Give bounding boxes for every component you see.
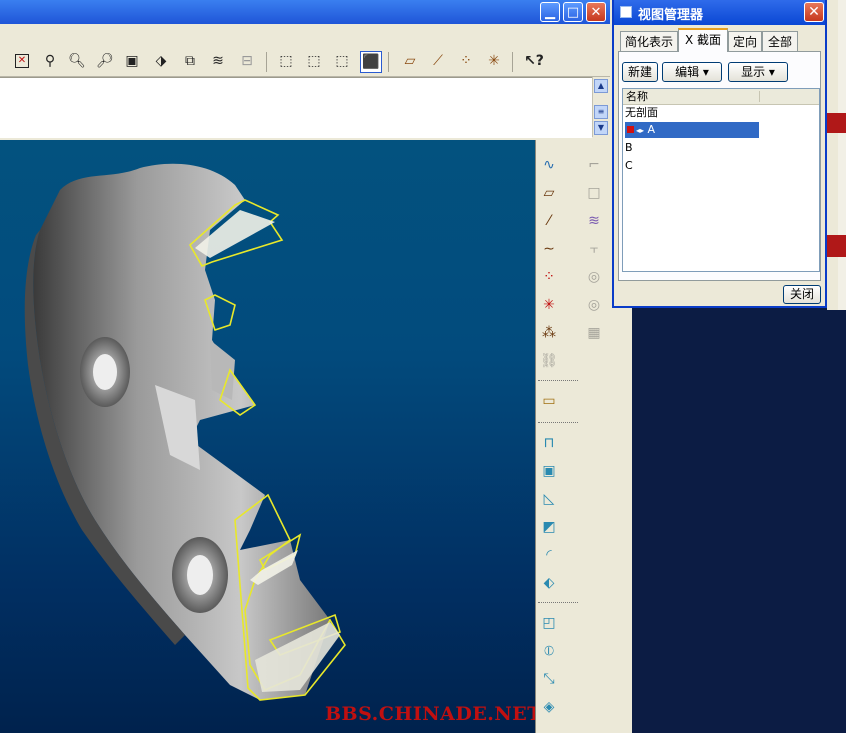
- toolbar-separator: [388, 52, 389, 72]
- tab-all[interactable]: 全部: [762, 31, 798, 51]
- help-icon[interactable]: ↖?: [524, 51, 544, 71]
- zoom-out-icon[interactable]: 🔎︎: [95, 51, 115, 71]
- window-icon: [620, 6, 632, 18]
- chain-icon[interactable]: ⛓: [538, 350, 560, 372]
- new-button[interactable]: 新建: [622, 62, 658, 82]
- shell-icon[interactable]: ▣: [538, 460, 560, 482]
- datum-planes-icon[interactable]: ▱: [400, 51, 420, 71]
- scroll-thumb[interactable]: ≡: [594, 105, 608, 119]
- extrude-icon[interactable]: ◰: [538, 612, 560, 634]
- feature-toolbar: ∿ ▱ ⁄ ∼ ⁘ ✳ ⁂ ⛓ ▭ ⊓ ▣ ◺ ◩ ◜ ⬖ ◰ ⦶ ⤡ ◈: [535, 140, 578, 733]
- display-label: 显示: [741, 65, 766, 79]
- chamfer-icon[interactable]: ⬖: [538, 572, 560, 594]
- coord-sys-icon[interactable]: ✳: [484, 51, 504, 71]
- trim-icon[interactable]: ⫟: [583, 238, 605, 260]
- close-button[interactable]: 关闭: [783, 285, 821, 304]
- hidden-line-icon[interactable]: ⬚: [304, 51, 324, 71]
- wireframe-icon[interactable]: ⬚: [276, 51, 296, 71]
- datum-axes-icon[interactable]: ⟋: [428, 51, 448, 71]
- plane-icon[interactable]: ▱: [538, 182, 560, 204]
- shading-icon[interactable]: ⬛: [360, 51, 382, 73]
- scroll-down-icon[interactable]: ▼: [594, 121, 608, 135]
- round-icon[interactable]: ◜: [538, 544, 560, 566]
- sketch-icon[interactable]: ∿: [538, 154, 560, 176]
- revolve-icon[interactable]: ⦶: [538, 640, 560, 662]
- scroll-up-icon[interactable]: ▲: [594, 79, 608, 93]
- edit-label: 编辑: [675, 65, 700, 79]
- pattern-icon[interactable]: ≋: [583, 210, 605, 232]
- zoom-in-icon[interactable]: 🔍︎: [67, 51, 87, 71]
- layers-icon[interactable]: ≋: [208, 51, 228, 71]
- extend-icon[interactable]: ◎: [583, 266, 605, 288]
- message-area: [0, 77, 592, 138]
- graphics-viewport[interactable]: [0, 140, 535, 733]
- thicken-icon[interactable]: ▦: [583, 322, 605, 344]
- tab-xsection[interactable]: X 截面: [678, 28, 728, 52]
- axis-icon[interactable]: ⁄: [538, 210, 560, 232]
- dropdown-arrow-icon: ▾: [702, 65, 709, 79]
- background-window: [612, 308, 846, 733]
- feature-toolbar-secondary: ⌐ □ ≋ ⫟ ◎ ◎ ▦: [578, 140, 610, 733]
- dialog-title: 视图管理器: [638, 8, 704, 23]
- active-marker-icon: [627, 126, 634, 133]
- palette-separator: [538, 380, 578, 382]
- arrows-icon: ◂▸: [636, 126, 645, 135]
- csys-icon[interactable]: ✳: [538, 294, 560, 316]
- dialog-title-bar[interactable]: 视图管理器 ✕: [614, 0, 825, 25]
- repaint-icon[interactable]: ✕: [12, 51, 32, 71]
- curve-icon[interactable]: ∼: [538, 238, 560, 260]
- dialog-close-icon[interactable]: ✕: [804, 2, 824, 22]
- background-window-border: [838, 0, 846, 310]
- tab-orient[interactable]: 定向: [728, 31, 762, 51]
- refit-icon[interactable]: ▣: [122, 51, 142, 71]
- minimize-button[interactable]: ▁: [540, 2, 560, 22]
- background-red-bar: [827, 235, 846, 257]
- background-window-edge: [612, 308, 632, 733]
- saved-views-icon[interactable]: ⧉: [180, 51, 200, 71]
- boss-hole-top-inner: [93, 354, 117, 390]
- xsection-list[interactable]: 名称 无剖面 ◂▸ A B C: [622, 88, 820, 272]
- tab-simplified-rep[interactable]: 简化表示: [620, 31, 678, 51]
- list-item-selected[interactable]: ◂▸ A: [625, 122, 759, 138]
- main-toolbar: ✕ ⚲ 🔍︎ 🔎︎ ▣ ⬗ ⧉ ≋ ⊟ ⬚ ⬚ ⬚ ⬛ ▱ ⟋ ⁘ ✳ ↖?: [0, 24, 610, 77]
- draft-icon[interactable]: ◩: [538, 516, 560, 538]
- orient-icon[interactable]: ⬗: [151, 51, 171, 71]
- toolbar-separator: [512, 52, 513, 72]
- background-red-bar: [827, 113, 846, 133]
- datum-points-icon[interactable]: ⁘: [456, 51, 476, 71]
- model-section-view: [24, 163, 346, 701]
- dropdown-arrow-icon: ▾: [768, 65, 775, 79]
- list-item[interactable]: C: [625, 158, 633, 174]
- list-item[interactable]: 无剖面: [625, 105, 658, 121]
- close-window-button[interactable]: ✕: [586, 2, 606, 22]
- blend-icon[interactable]: ◈: [538, 696, 560, 718]
- view-manager-dialog: 视图管理器 ✕ 简化表示 X 截面 定向 全部 新建 编辑 ▾ 显示 ▾ 名称 …: [612, 0, 827, 308]
- offset-icon[interactable]: ◎: [583, 294, 605, 316]
- palette-separator: [538, 422, 578, 424]
- analysis-icon[interactable]: ⁂: [538, 322, 560, 344]
- maximize-button[interactable]: □: [563, 2, 583, 22]
- merge-icon[interactable]: □: [583, 182, 605, 204]
- list-item-label: A: [647, 123, 656, 136]
- mirror-icon[interactable]: ⌐: [583, 154, 605, 176]
- list-header-name: 名称: [626, 90, 648, 103]
- point-icon[interactable]: ⁘: [538, 266, 560, 288]
- palette-separator: [538, 602, 578, 604]
- rib-icon[interactable]: ◺: [538, 488, 560, 510]
- model-tree-icon[interactable]: ⊟: [237, 51, 257, 71]
- boss-hole-bottom-inner: [187, 555, 213, 595]
- message-scrollbar[interactable]: ▲ ≡ ▼: [592, 77, 609, 137]
- display-button[interactable]: 显示 ▾: [728, 62, 788, 82]
- toolbar-separator: [266, 52, 267, 72]
- spin-center-icon[interactable]: ⚲: [40, 51, 60, 71]
- list-header[interactable]: 名称: [623, 89, 819, 105]
- no-hidden-icon[interactable]: ⬚: [332, 51, 352, 71]
- hole-icon[interactable]: ⊓: [538, 432, 560, 454]
- sweep-icon[interactable]: ⤡: [538, 668, 560, 690]
- watermark-text: BBS.CHINADE.NET: [325, 703, 542, 725]
- main-title-bar: ▁ □ ✕: [0, 0, 610, 24]
- note-icon[interactable]: ▭: [538, 390, 560, 412]
- edit-button[interactable]: 编辑 ▾: [662, 62, 722, 82]
- list-item[interactable]: B: [625, 140, 633, 156]
